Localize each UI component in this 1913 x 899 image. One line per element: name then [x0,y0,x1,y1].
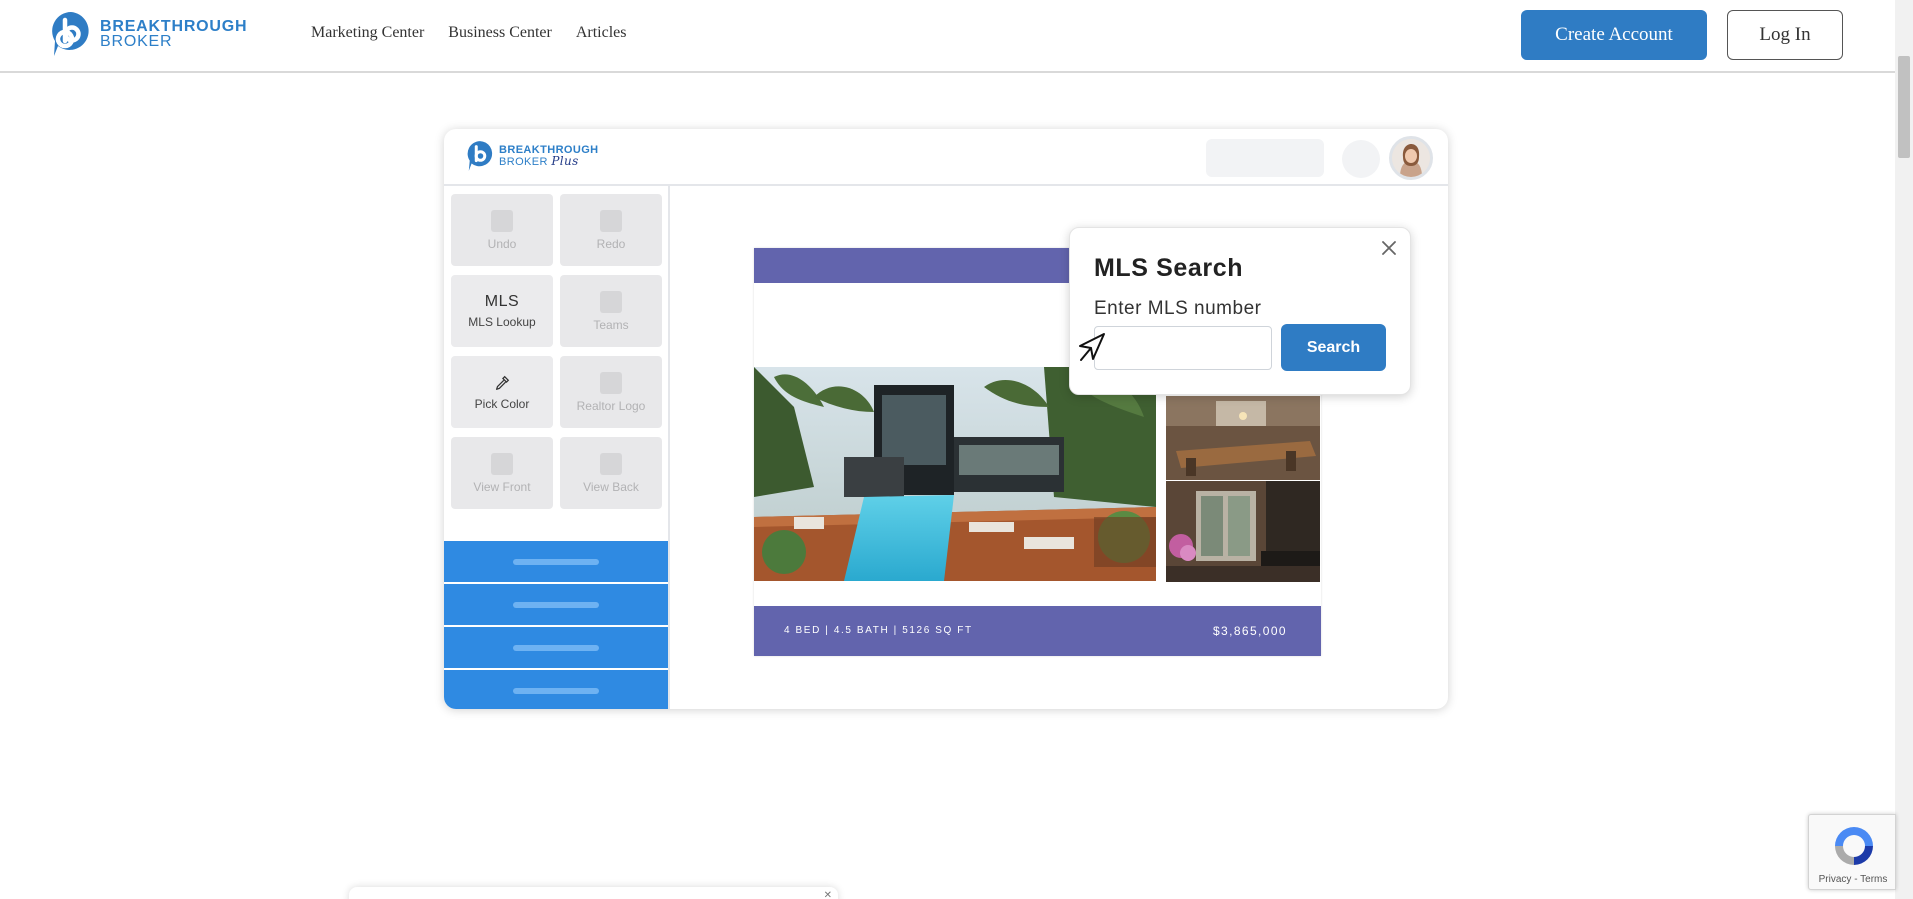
redo-icon [600,209,622,232]
mls-dialog-subtitle: Enter MLS number [1094,298,1262,319]
mls-dialog-title: MLS Search [1094,254,1244,282]
teams-icon [600,290,622,313]
tool-view-front[interactable]: View Front [451,437,553,509]
listing-price: $3,865,000 [1212,624,1287,638]
brand-line2: BROKER [100,33,173,50]
tool-teams[interactable]: Teams [560,275,662,347]
avatar-portrait-icon [1392,139,1430,177]
top-navbar: BREAKTHROUGH BROKER Marketing Center Bus… [0,0,1895,73]
tool-undo[interactable]: Undo [451,194,553,266]
mls-search-button[interactable]: Search [1281,324,1386,371]
nav-link-articles[interactable]: Articles [576,24,627,42]
eyedropper-icon [495,375,510,390]
sidebar-action-button-4[interactable] [444,670,668,709]
tools-sidebar: Undo Redo MLS MLS Lookup Teams Pick Colo… [444,186,670,709]
brand-line1: BREAKTHROUGH [100,18,248,35]
demo-logo-line1: BREAKTHROUGH [499,143,599,156]
demo-logo-mark-icon [467,141,493,171]
flyer-bottom-band: 4 BED | 4.5 BATH | 5126 SQ FT $3,865,000 [754,606,1321,656]
scrollbar-thumb[interactable] [1898,56,1910,158]
realtor-logo-icon [600,371,622,394]
close-icon[interactable] [1379,238,1399,258]
tool-label: View Front [473,479,531,494]
log-in-button[interactable]: Log In [1727,10,1843,60]
mls-search-dialog: MLS Search Enter MLS number Search [1069,227,1411,395]
header-search-placeholder [1206,139,1324,177]
nav-link-marketing-center[interactable]: Marketing Center [311,24,424,42]
recaptcha-links[interactable]: Privacy - Terms [1809,874,1897,885]
demo-logo-line2: BROKER [499,155,548,168]
placeholder-bar [513,558,599,565]
property-interior-photo [1166,481,1320,582]
tool-label: Realtor Logo [576,398,646,413]
pointer-arrow-icon [1079,333,1105,361]
undo-icon [491,209,513,232]
tool-view-back[interactable]: View Back [560,437,662,509]
tool-mls-lookup[interactable]: MLS MLS Lookup [451,275,553,347]
recaptcha-icon [1835,827,1873,865]
placeholder-bar [513,644,599,651]
close-icon[interactable]: ✕ [824,890,832,899]
view-front-icon [491,452,513,475]
sidebar-action-button-3[interactable] [444,627,668,668]
mls-number-input[interactable] [1094,326,1272,370]
bottom-panel-partial: ✕ [349,887,838,899]
main-nav: Marketing Center Business Center Article… [311,24,627,42]
tool-label: Redo [596,236,626,251]
tool-redo[interactable]: Redo [560,194,662,266]
logo-mark-icon [52,12,89,56]
nav-link-business-center[interactable]: Business Center [448,24,552,42]
mls-icon-text: MLS [484,293,520,310]
tool-label: Pick Color [474,396,530,411]
placeholder-bar [513,601,599,608]
sidebar-action-button-1[interactable] [444,541,668,582]
tool-pick-color[interactable]: Pick Color [451,356,553,428]
tool-label: MLS Lookup [468,315,536,329]
page-scrollbar[interactable] [1895,0,1913,899]
tool-grid: Undo Redo MLS MLS Lookup Teams Pick Colo… [451,194,662,509]
demo-header: BREAKTHROUGH BROKER Plus [444,129,1448,186]
tool-label: Teams [593,317,629,332]
tool-label: View Back [583,479,639,494]
sidebar-action-button-2[interactable] [444,584,668,625]
brand-logo[interactable]: BREAKTHROUGH BROKER [50,10,247,58]
demo-logo-plus: Plus [551,153,579,168]
avatar [1389,136,1433,180]
tool-label: Undo [487,236,517,251]
property-dining-photo [1166,396,1320,480]
listing-details: 4 BED | 4.5 BATH | 5126 SQ FT [784,625,973,636]
view-back-icon [600,452,622,475]
create-account-button[interactable]: Create Account [1521,10,1707,60]
property-main-photo [754,367,1156,581]
tool-realtor-logo[interactable]: Realtor Logo [560,356,662,428]
recaptcha-badge[interactable]: Privacy - Terms [1808,814,1896,890]
placeholder-bar [513,687,599,694]
header-icon-placeholder [1342,140,1380,178]
editor-demo-card: BREAKTHROUGH BROKER Plus Undo Redo MLS M… [444,129,1448,709]
demo-logo: BREAKTHROUGH BROKER Plus [466,140,599,172]
